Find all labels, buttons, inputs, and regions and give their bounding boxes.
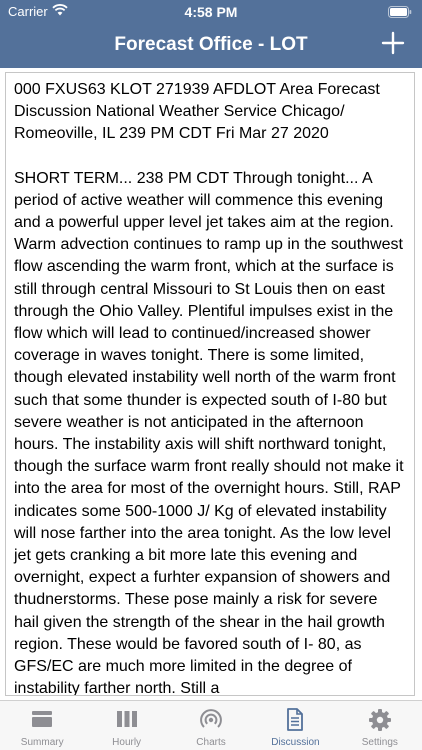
tab-summary-label: Summary xyxy=(20,737,64,748)
radar-icon xyxy=(200,709,222,728)
document-icon xyxy=(287,708,304,731)
tab-summary[interactable]: Summary xyxy=(0,701,84,750)
gear-icon xyxy=(368,709,391,731)
battery-icon xyxy=(388,6,412,18)
hourly-bars-icon xyxy=(116,711,137,727)
tab-hourly-label: Hourly xyxy=(112,737,142,748)
tab-settings-label: Settings xyxy=(361,737,398,748)
status-time: 4:58 PM xyxy=(184,4,238,20)
tab-hourly[interactable]: Hourly xyxy=(84,701,168,750)
header: Carrier 4:58 PM Forecast Office - LOT xyxy=(0,0,422,68)
plus-icon[interactable] xyxy=(380,30,406,56)
tab-discussion-label: Discussion xyxy=(271,737,320,748)
tab-bar: Summary Hourly Charts Discussion Setting… xyxy=(0,700,422,750)
discussion-text-view[interactable]: 000 FXUS63 KLOT 271939 AFDLOT Area Forec… xyxy=(5,72,415,696)
discussion-paragraph-short-term: SHORT TERM... 238 PM CDT Through tonight… xyxy=(14,169,404,696)
summary-icon xyxy=(32,711,53,727)
page-title: Forecast Office - LOT xyxy=(114,34,308,55)
tab-charts-label: Charts xyxy=(196,737,226,748)
discussion-paragraph-header: 000 FXUS63 KLOT 271939 AFDLOT Area Forec… xyxy=(14,81,380,143)
tab-charts[interactable]: Charts xyxy=(169,701,253,750)
tab-settings[interactable]: Settings xyxy=(338,701,422,750)
tab-discussion[interactable]: Discussion xyxy=(253,701,337,750)
status-bar: Carrier 4:58 PM xyxy=(0,0,422,24)
